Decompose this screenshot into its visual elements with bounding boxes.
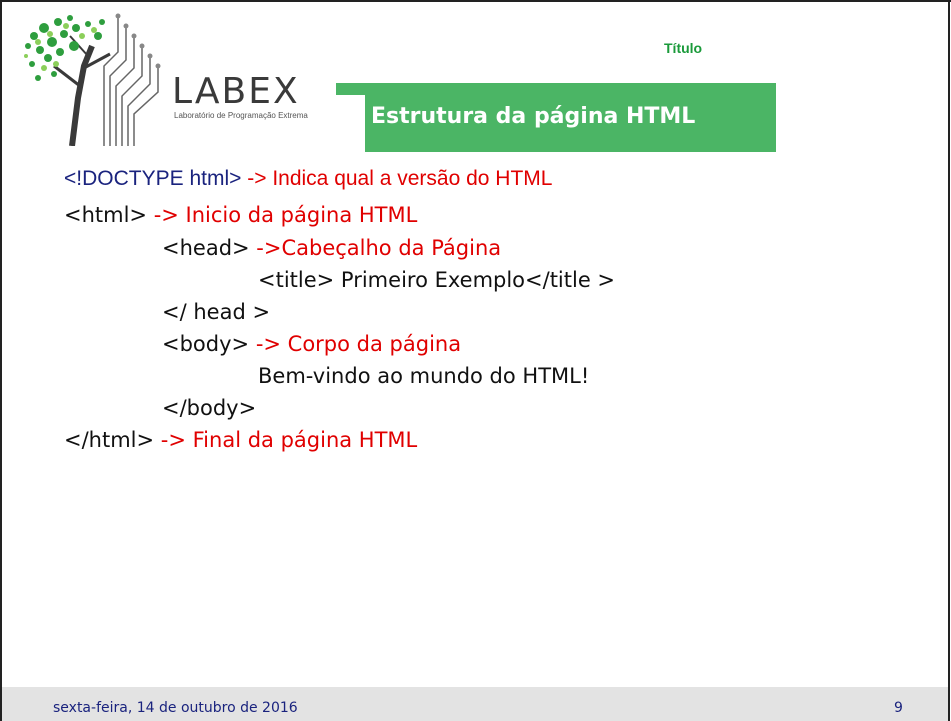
code-line-html-close: </html> -> Final da página HTML — [64, 428, 417, 452]
slide-title: Estrutura da página HTML — [371, 104, 696, 129]
code-note: -> Final da página HTML — [160, 428, 418, 452]
code-note: -> Corpo da página — [255, 332, 462, 356]
code-line-head-close: </ head > — [162, 300, 270, 324]
page-number: 9 — [894, 700, 903, 716]
slide-border-left — [0, 0, 2, 721]
slide-border-top — [0, 0, 951, 2]
code-text: <body> — [162, 332, 256, 356]
code-note: ->Cabeçalho da Página — [256, 236, 502, 260]
code-text: </ head > — [162, 300, 271, 324]
code-line-html-open: <html> -> Inicio da página HTML — [64, 203, 417, 227]
code-text: <head> — [162, 236, 257, 260]
footer-date: sexta-feira, 14 de outubro de 2016 — [53, 700, 298, 716]
code-line-body-content: Bem-vindo ao mundo do HTML! — [258, 364, 589, 388]
logo-wordmark: LABEX — [172, 71, 300, 112]
code-line-body-close: </body> — [162, 396, 256, 420]
code-text: <title> Primeiro Exemplo</title > — [258, 268, 616, 292]
code-note: -> Inicio da página HTML — [153, 203, 418, 227]
tree-circuit-icon — [24, 13, 161, 146]
code-line-title: <title> Primeiro Exemplo</title > — [258, 268, 615, 292]
slide-border-right — [948, 0, 950, 721]
logo-subtitle: Laboratório de Programação Extrema — [174, 111, 308, 120]
doctype-code: <!DOCTYPE html> — [64, 167, 242, 190]
code-text: </body> — [162, 396, 257, 420]
placeholder-title: Título — [664, 40, 703, 56]
code-text: <html> — [64, 203, 154, 227]
code-line-head-open: <head> ->Cabeçalho da Página — [162, 236, 501, 260]
doctype-line: <!DOCTYPE html> -> Indica qual a versão … — [64, 167, 552, 191]
code-line-body-open: <body> -> Corpo da página — [162, 332, 461, 356]
code-text: Bem-vindo ao mundo do HTML! — [258, 364, 590, 388]
code-text: </html> — [64, 428, 161, 452]
doctype-note: -> Indica qual a versão do HTML — [241, 167, 553, 190]
